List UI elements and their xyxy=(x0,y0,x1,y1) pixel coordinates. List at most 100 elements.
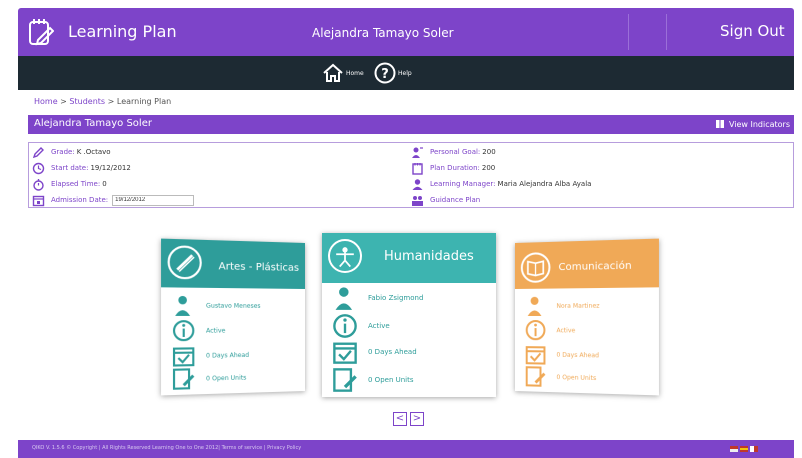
view-indicators-link[interactable]: View Indicators xyxy=(715,119,790,129)
view-indicators-label: View Indicators xyxy=(728,119,790,129)
student-name-bar: Alejandra Tamayo Soler View Indicators xyxy=(28,115,794,134)
card-days: 0 Days Ahead xyxy=(172,344,249,368)
card-title: Artes - Plásticas xyxy=(218,261,300,274)
start-date-value: 19/12/2012 xyxy=(90,164,131,172)
elapsed-time-row: Elapsed Time: 0 xyxy=(32,177,107,191)
plan-duration-label: Plan Duration: xyxy=(430,164,480,172)
nav-help-label: Help xyxy=(398,69,412,77)
plan-duration-value: 200 xyxy=(481,164,496,172)
brush-icon xyxy=(167,245,202,280)
card-teacher-name: Nora Martinez xyxy=(556,301,600,310)
next-button[interactable]: > xyxy=(410,412,424,426)
card-header: Humanidades xyxy=(322,233,496,283)
footer: QIKO V. 1.5.6 © Copyright | All Rights R… xyxy=(18,440,794,458)
card-units-label: 0 Open Units xyxy=(556,373,597,382)
copyright-text: QIKO V. 1.5.6 © Copyright | All Rights R… xyxy=(32,445,220,451)
card-header: Comunicación xyxy=(515,238,659,289)
edit-document-icon xyxy=(525,365,546,388)
guidance-plan-row[interactable]: Guidance Plan xyxy=(411,193,480,207)
language-flags xyxy=(728,446,758,452)
subject-card-artes[interactable]: Artes - Plásticas Gustavo Meneses Active… xyxy=(161,238,305,396)
sign-out-link[interactable]: Sign Out xyxy=(720,22,785,40)
card-status-label: Active xyxy=(368,322,390,330)
prev-button[interactable]: < xyxy=(393,412,407,426)
breadcrumb-separator: > xyxy=(57,97,70,106)
nav-home-link[interactable]: Home xyxy=(322,62,364,84)
admission-date-label: Admission Date: xyxy=(51,196,109,204)
breadcrumb-current: Learning Plan xyxy=(116,97,172,106)
home-icon xyxy=(323,63,343,82)
card-pager: < > xyxy=(393,412,427,426)
clock-icon xyxy=(32,162,45,174)
card-units: 0 Open Units xyxy=(332,367,414,393)
start-date-row: Start date: 19/12/2012 xyxy=(32,161,131,175)
spain-flag-icon[interactable] xyxy=(740,446,748,452)
notepad-pencil-icon xyxy=(29,19,54,46)
user-search-icon xyxy=(527,296,542,316)
learning-manager-value: Maria Alejandra Alba Ayala xyxy=(497,180,592,188)
user-search-icon xyxy=(175,295,191,316)
edit-document-icon xyxy=(172,367,195,391)
grade-label: Grade: xyxy=(51,148,75,156)
user-target-icon xyxy=(412,146,423,158)
us-flag-icon[interactable] xyxy=(730,446,738,452)
vitruvian-man-icon xyxy=(328,239,362,273)
subject-card-comunicacion[interactable]: Comunicación Nora Martinez Active 0 Days… xyxy=(515,238,659,396)
calendar-icon xyxy=(32,195,45,206)
svg-text:?: ? xyxy=(381,67,389,82)
card-title: Comunicación xyxy=(558,260,632,274)
nav-home-label: Home xyxy=(346,69,364,77)
card-days-label: 0 Days Ahead xyxy=(556,351,600,359)
card-units-label: 0 Open Units xyxy=(205,373,247,383)
card-days-label: 0 Days Ahead xyxy=(205,351,250,360)
card-status: Active xyxy=(525,319,575,342)
card-units: 0 Open Units xyxy=(172,366,246,391)
card-units: 0 Open Units xyxy=(525,365,597,389)
admission-date-input[interactable] xyxy=(112,194,195,206)
card-teacher: Gustavo Meneses xyxy=(172,294,261,317)
header-divider xyxy=(628,14,629,50)
card-units-label: 0 Open Units xyxy=(368,376,414,384)
admission-date-row: Admission Date: xyxy=(32,193,195,207)
subject-card-humanidades[interactable]: Humanidades Fabio Zsigmond Active 0 Days… xyxy=(322,233,496,397)
flag-icon[interactable] xyxy=(750,446,758,452)
group-icon xyxy=(412,195,423,206)
footer-text: QIKO V. 1.5.6 © Copyright | All Rights R… xyxy=(32,445,301,451)
card-days: 0 Days Ahead xyxy=(332,339,417,365)
privacy-link[interactable]: Privacy Policy xyxy=(267,445,301,451)
info-icon xyxy=(172,319,196,342)
top-header: Learning Plan Alejandra Tamayo Soler Sig… xyxy=(18,8,794,56)
student-name: Alejandra Tamayo Soler xyxy=(34,118,152,129)
card-days: 0 Days Ahead xyxy=(525,343,599,367)
elapsed-time-label: Elapsed Time: xyxy=(51,180,101,188)
elapsed-time-value: 0 xyxy=(102,180,107,188)
grade-row: Grade: K .Octavo xyxy=(32,145,111,159)
personal-goal-row: Personal Goal: 200 xyxy=(411,145,496,159)
plan-duration-row: Plan Duration: 200 xyxy=(411,161,495,175)
info-icon xyxy=(525,319,547,341)
breadcrumb: Home > Students > Learning Plan xyxy=(34,97,171,106)
pencil-icon xyxy=(32,146,44,158)
terms-link[interactable]: Terms of service xyxy=(222,445,263,451)
book-icon xyxy=(520,252,551,283)
start-date-label: Start date: xyxy=(51,164,89,172)
breadcrumb-home[interactable]: Home xyxy=(34,97,58,106)
personal-goal-label: Personal Goal: xyxy=(430,148,481,156)
stopwatch-icon xyxy=(33,178,44,191)
header-user-name: Alejandra Tamayo Soler xyxy=(312,26,454,40)
student-info-panel: Grade: K .Octavo Start date: 19/12/2012 … xyxy=(28,142,794,208)
learning-manager-label: Learning Manager: xyxy=(430,180,496,188)
nav-help-link[interactable]: ? Help xyxy=(374,62,412,84)
user-search-icon xyxy=(335,287,353,310)
card-status: Active xyxy=(172,319,225,342)
breadcrumb-students[interactable]: Students xyxy=(69,97,105,106)
card-teacher-name: Fabio Zsigmond xyxy=(368,294,424,302)
calendar-check-icon xyxy=(333,342,357,364)
help-icon: ? xyxy=(374,62,396,84)
calendar-check-icon xyxy=(172,344,196,367)
card-status: Active xyxy=(332,313,390,339)
guidance-plan-link[interactable]: Guidance Plan xyxy=(430,196,480,204)
card-teacher-name: Gustavo Meneses xyxy=(205,301,261,310)
app-title: Learning Plan xyxy=(68,22,177,41)
grade-value: K .Octavo xyxy=(76,148,111,156)
